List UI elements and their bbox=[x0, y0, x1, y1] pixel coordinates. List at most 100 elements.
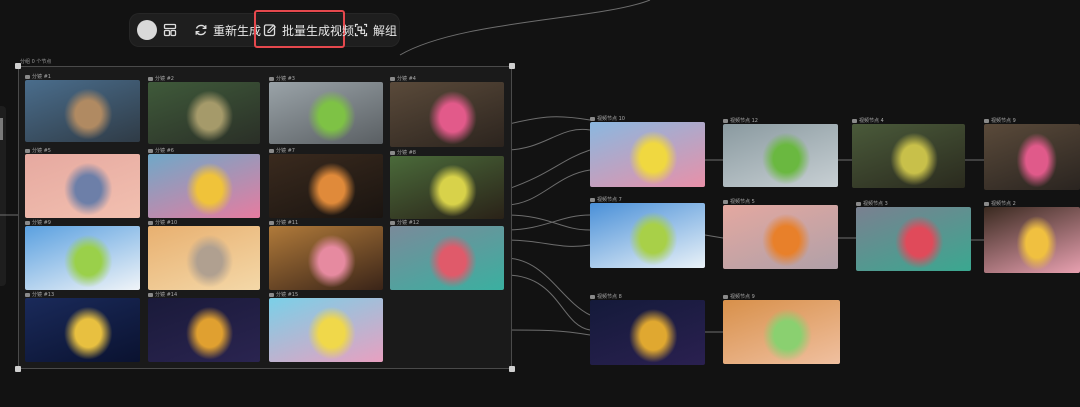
image-icon bbox=[856, 201, 861, 206]
node-label-text: 分镜 #15 bbox=[276, 292, 299, 298]
refresh-icon bbox=[194, 23, 208, 37]
video-node[interactable]: 视频节点 12 bbox=[723, 118, 838, 187]
ungroup-button[interactable]: 解组 bbox=[354, 18, 397, 42]
video-node[interactable]: 视频节点 7 bbox=[590, 197, 705, 268]
image-icon bbox=[269, 220, 274, 225]
storyboard-node-label: 分镜 #10 bbox=[148, 219, 177, 226]
storyboard-node[interactable]: 分镜 #2 bbox=[148, 76, 260, 144]
storyboard-node[interactable]: 分镜 #1 bbox=[25, 74, 140, 142]
ungroup-label: 解组 bbox=[373, 23, 398, 38]
node-label-text: 分镜 #14 bbox=[155, 292, 178, 298]
batch-generate-video-button[interactable]: 批量生成视频 bbox=[263, 18, 354, 42]
node-label-text: 视频节点 7 bbox=[597, 197, 622, 203]
storyboard-node-label: 分镜 #13 bbox=[25, 291, 54, 298]
video-node[interactable]: 视频节点 5 bbox=[723, 199, 838, 269]
video-thumbnail bbox=[723, 300, 840, 364]
storyboard-node[interactable]: 分镜 #5 bbox=[25, 148, 140, 218]
node-label-text: 分镜 #8 bbox=[397, 150, 416, 156]
storyboard-node[interactable]: 分镜 #4 bbox=[390, 76, 504, 147]
storyboard-node[interactable]: 分镜 #7 bbox=[269, 148, 383, 218]
resize-handle-top-right[interactable] bbox=[509, 63, 515, 69]
video-node-label: 视频节点 10 bbox=[590, 115, 625, 122]
storyboard-thumbnail bbox=[269, 82, 383, 144]
image-icon bbox=[25, 220, 30, 225]
storyboard-node[interactable]: 分镜 #9 bbox=[25, 220, 140, 290]
video-node[interactable]: 视频节点 9 bbox=[984, 118, 1080, 190]
image-icon bbox=[148, 292, 153, 297]
storyboard-node[interactable]: 分镜 #13 bbox=[25, 292, 140, 362]
video-node[interactable]: 视频节点 3 bbox=[856, 201, 971, 271]
video-thumbnail bbox=[856, 207, 971, 271]
storyboard-thumbnail bbox=[25, 80, 140, 142]
video-node[interactable]: 视频节点 9 bbox=[723, 294, 840, 364]
node-label-text: 视频节点 9 bbox=[991, 118, 1016, 124]
resize-handle-bottom-left[interactable] bbox=[15, 366, 21, 372]
storyboard-node[interactable]: 分镜 #10 bbox=[148, 220, 260, 290]
layout-icon[interactable] bbox=[163, 18, 177, 42]
node-label-text: 视频节点 5 bbox=[730, 199, 755, 205]
storyboard-node-label: 分镜 #4 bbox=[390, 75, 416, 82]
video-thumbnail bbox=[984, 207, 1080, 273]
video-thumbnail bbox=[590, 300, 705, 365]
regenerate-button[interactable]: 重新生成 bbox=[194, 18, 261, 42]
storyboard-node-label: 分镜 #15 bbox=[269, 291, 298, 298]
resize-handle-bottom-right[interactable] bbox=[509, 366, 515, 372]
storyboard-node[interactable]: 分镜 #14 bbox=[148, 292, 260, 362]
image-icon bbox=[590, 197, 595, 202]
video-node-label: 视频节点 2 bbox=[984, 200, 1016, 207]
storyboard-node[interactable]: 分镜 #3 bbox=[269, 76, 383, 144]
video-thumbnail bbox=[852, 124, 965, 188]
image-icon bbox=[269, 292, 274, 297]
image-icon bbox=[269, 148, 274, 153]
video-node[interactable]: 视频节点 2 bbox=[984, 201, 1080, 273]
storyboard-node-label: 分镜 #3 bbox=[269, 75, 295, 82]
video-thumbnail bbox=[590, 203, 705, 268]
video-node[interactable]: 视频节点 8 bbox=[590, 294, 705, 365]
storyboard-node[interactable]: 分镜 #15 bbox=[269, 292, 383, 362]
node-label-text: 视频节点 10 bbox=[597, 116, 625, 122]
storyboard-node-label: 分镜 #1 bbox=[25, 73, 51, 80]
storyboard-node[interactable]: 分镜 #12 bbox=[390, 220, 504, 290]
storyboard-thumbnail bbox=[269, 226, 383, 290]
video-node-label: 视频节点 3 bbox=[856, 200, 888, 207]
storyboard-node-label: 分镜 #12 bbox=[390, 219, 419, 226]
image-icon bbox=[590, 294, 595, 299]
node-label-text: 分镜 #3 bbox=[276, 76, 295, 82]
image-icon bbox=[723, 294, 728, 299]
video-node[interactable]: 视频节点 10 bbox=[590, 116, 705, 187]
node-label-text: 分镜 #12 bbox=[397, 220, 420, 226]
color-swatch-button[interactable] bbox=[137, 20, 157, 40]
video-thumbnail bbox=[723, 124, 838, 187]
node-label-text: 视频节点 2 bbox=[991, 201, 1016, 207]
image-icon bbox=[269, 76, 274, 81]
storyboard-thumbnail bbox=[269, 298, 383, 362]
video-node-label: 视频节点 9 bbox=[984, 117, 1016, 124]
image-icon bbox=[984, 118, 989, 123]
storyboard-thumbnail bbox=[148, 226, 260, 290]
storyboard-thumbnail bbox=[269, 154, 383, 218]
video-node-label: 视频节点 12 bbox=[723, 117, 758, 124]
storyboard-node-label: 分镜 #6 bbox=[148, 147, 174, 154]
node-label-text: 视频节点 12 bbox=[730, 118, 758, 124]
storyboard-thumbnail bbox=[390, 156, 504, 219]
node-label-text: 分镜 #2 bbox=[155, 76, 174, 82]
node-label-text: 视频节点 8 bbox=[597, 294, 622, 300]
video-node-label: 视频节点 4 bbox=[852, 117, 884, 124]
storyboard-thumbnail bbox=[390, 226, 504, 290]
floating-toolbar: 重新生成 批量生成视频 解组 bbox=[130, 10, 399, 48]
resize-handle-top-left[interactable] bbox=[15, 63, 21, 69]
image-icon bbox=[148, 220, 153, 225]
storyboard-thumbnail bbox=[148, 154, 260, 218]
storyboard-node[interactable]: 分镜 #11 bbox=[269, 220, 383, 290]
storyboard-node-label: 分镜 #14 bbox=[148, 291, 177, 298]
storyboard-node-label: 分镜 #7 bbox=[269, 147, 295, 154]
node-label-text: 分镜 #7 bbox=[276, 148, 295, 154]
node-label-text: 视频节点 9 bbox=[730, 294, 755, 300]
image-icon bbox=[723, 118, 728, 123]
storyboard-node-label: 分镜 #9 bbox=[25, 219, 51, 226]
node-label-text: 分镜 #4 bbox=[397, 76, 416, 82]
image-icon bbox=[25, 74, 30, 79]
video-node[interactable]: 视频节点 4 bbox=[852, 118, 965, 188]
storyboard-node[interactable]: 分镜 #6 bbox=[148, 148, 260, 218]
storyboard-node[interactable]: 分镜 #8 bbox=[390, 150, 504, 219]
